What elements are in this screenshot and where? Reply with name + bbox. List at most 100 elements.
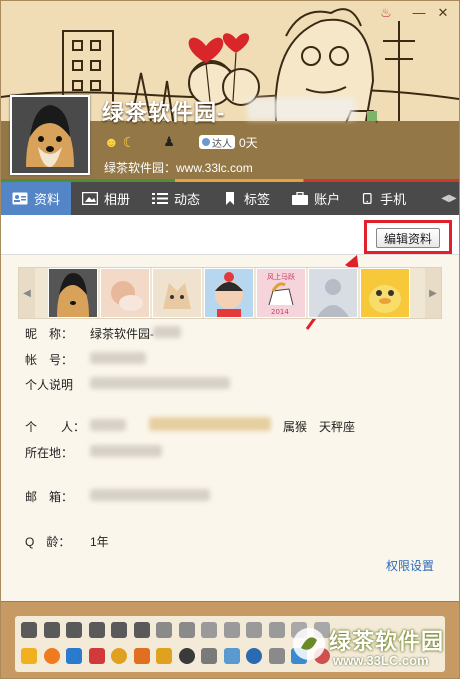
avatar[interactable] [10, 95, 90, 175]
bottom-icon-bar: 绿茶软件园 www.33LC.com [1, 601, 459, 678]
chevron-right-icon[interactable]: ▶ [449, 193, 457, 204]
nickname-blur-mask [153, 326, 181, 338]
tab-label: 账户 [314, 192, 341, 207]
album-icon [82, 192, 99, 205]
tab-label: 资料 [34, 192, 61, 207]
tab-label: 相册 [104, 192, 131, 207]
briefcase-icon [292, 192, 309, 205]
diamond-icon[interactable] [178, 622, 195, 638]
personal-label: 个 人： [25, 420, 86, 434]
cloud-icon[interactable] [291, 648, 307, 664]
location-blur-mask [90, 445, 162, 457]
tab-tags[interactable]: 标签 [211, 182, 281, 215]
constellation: 天秤座 [319, 420, 356, 434]
diamond-icon[interactable] [313, 622, 330, 638]
qzone-icon[interactable] [43, 648, 60, 664]
photo-thumbnail[interactable] [204, 268, 254, 318]
zodiac-animal: 属猴 [283, 420, 308, 434]
diamond-icon[interactable] [88, 622, 105, 638]
bookmark-icon [226, 192, 235, 205]
minimize-icon[interactable]: — [410, 5, 428, 21]
diamond-icon[interactable] [246, 622, 262, 638]
profile-content: 编辑资料 ◀ 风上马跃 2014 ▶ 昵 称： 绿茶软件园- 帐 号： 个人说明… [1, 215, 459, 601]
personal-blur-mask [90, 419, 126, 431]
diamond-icon[interactable] [133, 622, 150, 638]
penguin-icon[interactable] [111, 622, 127, 638]
status-badge-row: ☻ ☾ ♟ 达人 0天 [104, 133, 258, 151]
level-badge-dot-icon [201, 138, 210, 146]
location-label: 所在地： [25, 446, 74, 460]
feed-list-icon [152, 193, 169, 204]
photo-strip: ◀ 风上马跃 2014 ▶ [18, 267, 442, 319]
photo-thumbnail[interactable] [100, 268, 150, 318]
diamond-icon[interactable] [268, 622, 285, 638]
bio-label: 个人说明 [25, 378, 74, 392]
profile-tabs: 资料 相册 动态 标签 账户 手机 ◀ ▶ [1, 182, 459, 221]
nickname-label: 昵 称： [25, 327, 74, 341]
photo-thumbnail[interactable] [48, 268, 98, 318]
account-blur-mask [90, 352, 146, 364]
profile-card-icon [12, 192, 28, 205]
mail-icon[interactable] [268, 648, 285, 664]
gift-icon[interactable] [313, 648, 330, 664]
chevron-left-icon[interactable]: ◀ [441, 193, 449, 204]
photo-thumbnail[interactable] [360, 268, 410, 318]
penguin-icon[interactable] [66, 622, 82, 638]
music-icon[interactable] [133, 648, 150, 664]
shield-icon[interactable] [246, 648, 262, 664]
edit-nickname-icon[interactable] [367, 111, 377, 121]
active-days: 0天 [238, 135, 258, 150]
tab-account[interactable]: 账户 [281, 182, 351, 215]
permission-settings-link[interactable]: 权限设置 [386, 557, 434, 574]
profile-window: ♨ — ✕ 绿茶软件园- ☻ ☾ ♟ 达人 0天 绿茶软件园：www.33lc.… [0, 0, 460, 679]
bio-blur-mask [90, 377, 230, 389]
pet-icon[interactable] [156, 648, 172, 664]
video-icon[interactable] [88, 648, 105, 664]
level-badge[interactable]: 达人 [198, 135, 235, 150]
qage-label: Q 龄： [25, 535, 71, 549]
diamond-icon[interactable] [223, 622, 240, 638]
highlight-annotation-box [364, 220, 452, 254]
heart-icon[interactable] [21, 622, 37, 638]
nickname-blur-mask [247, 98, 355, 120]
strip-next-icon[interactable]: ▶ [425, 268, 441, 318]
browser-icon[interactable] [223, 648, 240, 664]
photo-thumbnail[interactable]: 风上马跃 2014 [256, 268, 306, 318]
star-icon[interactable] [21, 648, 37, 664]
svg-text:2014: 2014 [271, 308, 289, 316]
header-nickname: 绿茶软件园- [102, 100, 226, 125]
close-icon[interactable]: ✕ [434, 5, 452, 21]
tabs-scroll-arrows[interactable]: ◀ ▶ [439, 182, 459, 215]
level-badge-label: 达人 [211, 138, 232, 150]
chat-icon[interactable] [201, 648, 217, 664]
game-icon[interactable] [66, 648, 82, 664]
tab-profile[interactable]: 资料 [1, 182, 72, 221]
moon-icon: ☾ [122, 133, 136, 150]
diamond-icon[interactable] [201, 622, 217, 638]
heart-icon[interactable] [43, 622, 60, 638]
skin-icon[interactable]: ♨ [377, 5, 395, 21]
tab-album[interactable]: 相册 [71, 182, 141, 215]
nickname-value: 绿茶软件园- [90, 327, 154, 341]
diamond-icon[interactable] [291, 622, 307, 638]
app-icon[interactable] [178, 648, 195, 664]
tab-label: 动态 [174, 192, 201, 207]
edit-toolbar: 编辑资料 [1, 215, 459, 255]
profile-header: ♨ — ✕ 绿茶软件园- ☻ ☾ ♟ 达人 0天 绿茶软件园：www.33lc.… [1, 1, 459, 179]
tab-label: 手机 [380, 192, 407, 207]
tab-phone[interactable]: 手机 [351, 182, 417, 215]
photo-thumbnail[interactable] [308, 268, 358, 318]
penguin-icon[interactable] [111, 648, 127, 664]
avatar-doge-image [12, 97, 88, 173]
signature-text: 绿茶软件园：www.33lc.com [104, 161, 253, 175]
diamond-icon[interactable] [156, 622, 172, 638]
sun-icon: ☻ [104, 134, 119, 150]
qage-value: 1年 [90, 535, 109, 549]
phone-icon [362, 193, 372, 204]
tab-feed[interactable]: 动态 [141, 182, 211, 215]
penguin-icon: ♟ [163, 134, 175, 149]
strip-prev-icon[interactable]: ◀ [19, 268, 35, 318]
account-label: 帐 号： [25, 353, 74, 367]
photo-thumbnail[interactable] [152, 268, 202, 318]
svg-text:风上马跃: 风上马跃 [267, 272, 295, 281]
